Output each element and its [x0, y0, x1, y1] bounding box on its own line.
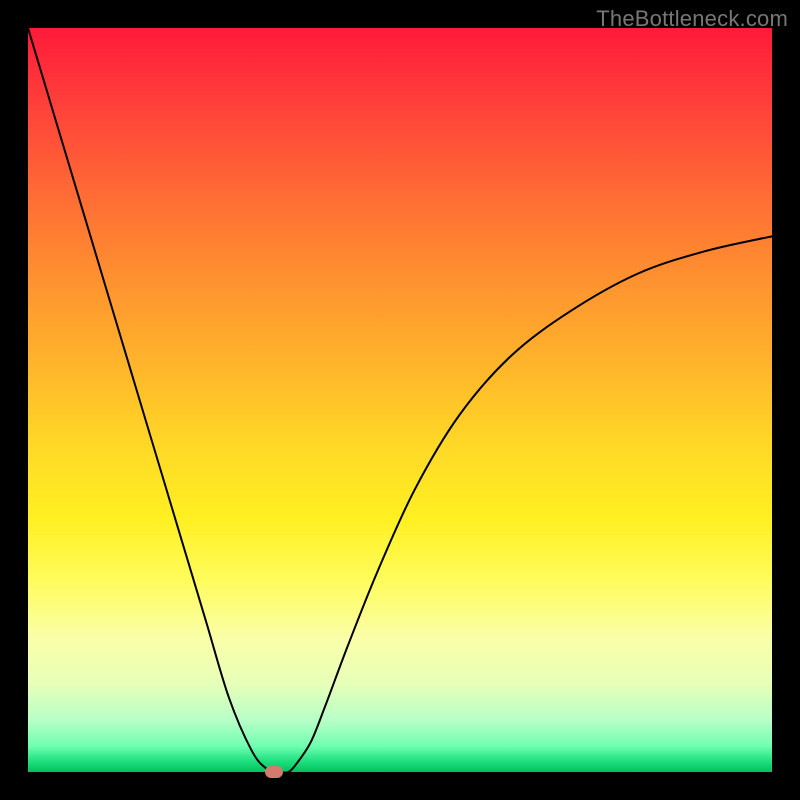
chart-frame: TheBottleneck.com	[0, 0, 800, 800]
optimal-point-marker	[265, 766, 283, 778]
watermark-text: TheBottleneck.com	[596, 6, 788, 32]
bottleneck-curve	[28, 28, 772, 772]
plot-area	[28, 28, 772, 772]
